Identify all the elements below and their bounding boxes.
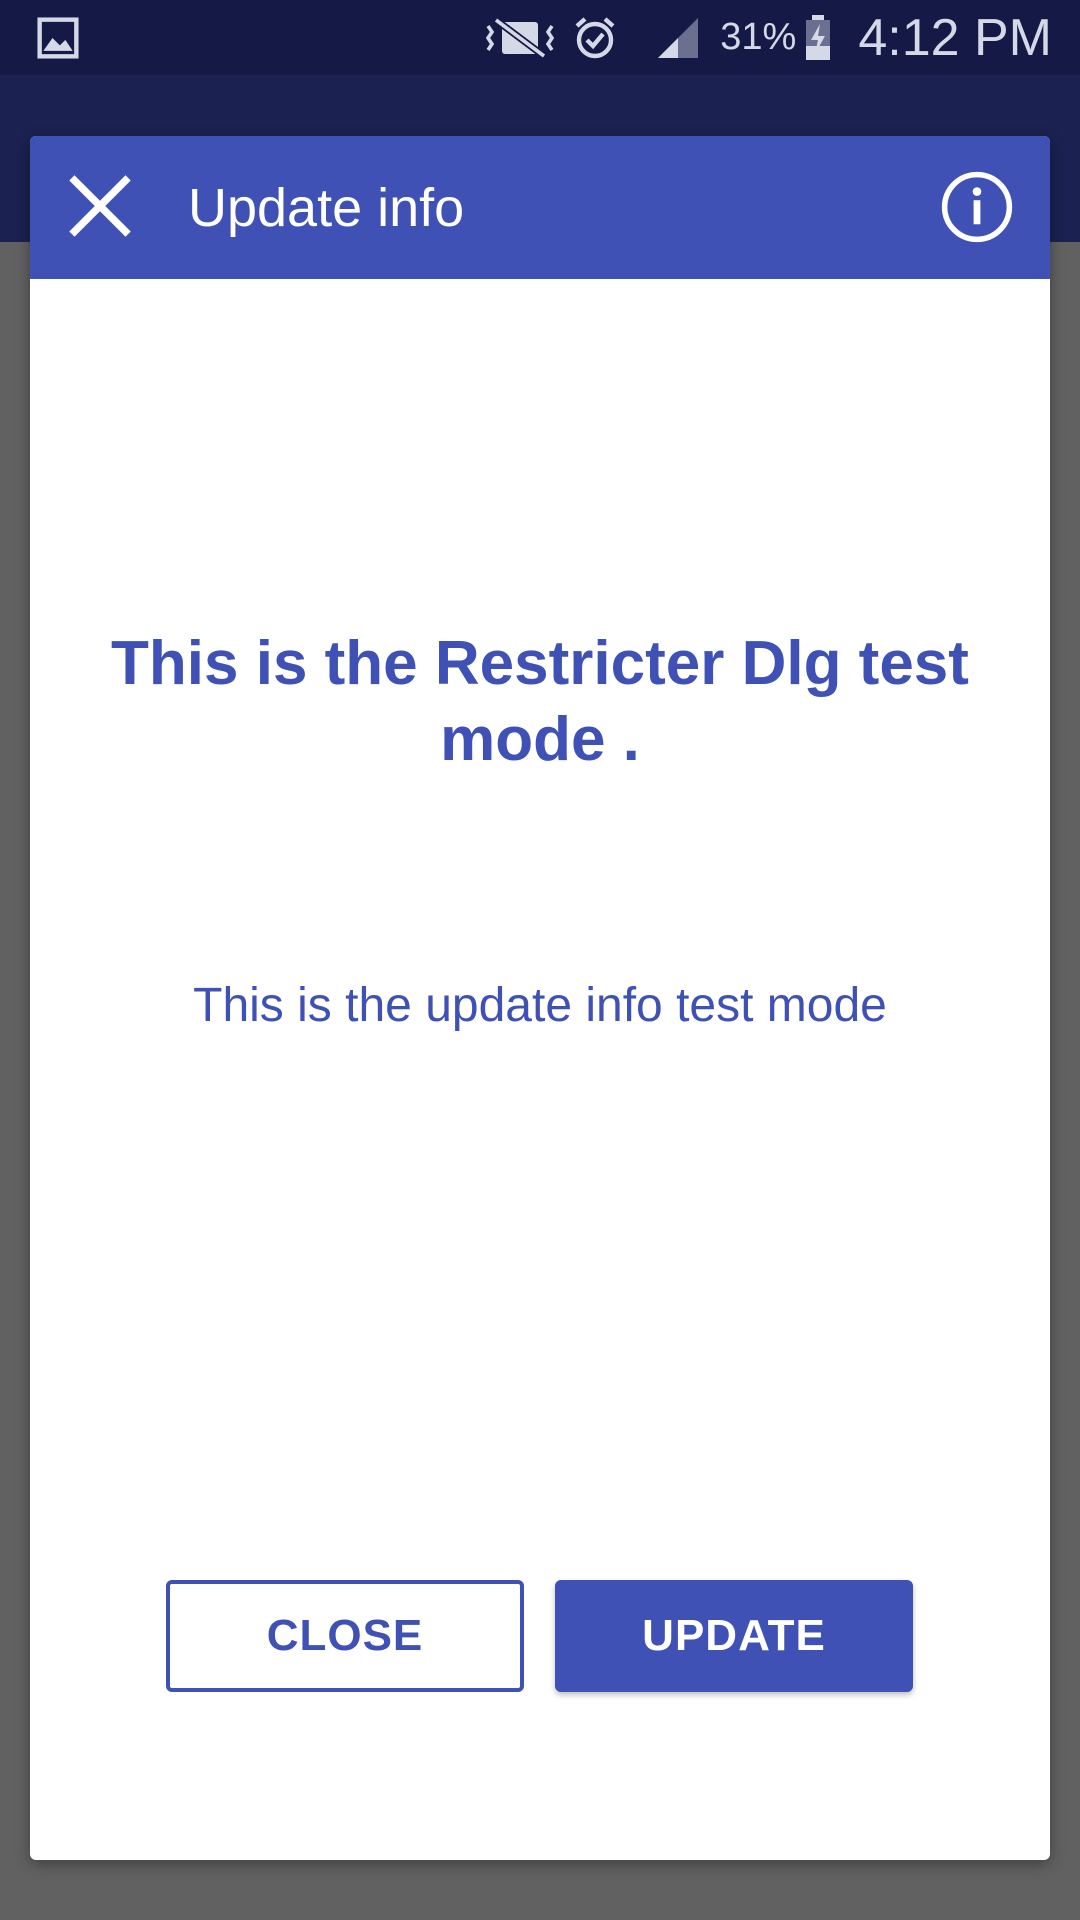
dialog-headline: This is the Restricter Dlg test mode . — [111, 629, 969, 774]
update-button[interactable]: UPDATE — [555, 1580, 913, 1692]
vibrate-icon — [486, 16, 555, 59]
status-bar: 31% 4:12 PM — [0, 0, 1080, 75]
update-info-dialog: Update info This is the Restricter Dlg t… — [30, 136, 1050, 1860]
status-icons: 31% 4:12 PM — [484, 0, 1052, 75]
close-button[interactable]: CLOSE — [166, 1580, 524, 1692]
battery-percent: 31% — [720, 16, 797, 58]
alarm-icon — [575, 16, 615, 58]
dialog-message: This is the update info test mode — [193, 979, 887, 1032]
info-icon[interactable] — [940, 170, 1014, 244]
dialog-header: Update info — [30, 136, 1050, 279]
gallery-icon — [37, 17, 79, 59]
battery-charging-icon — [806, 14, 831, 60]
dialog-title: Update info — [188, 178, 465, 238]
clock: 4:12 PM — [858, 8, 1052, 67]
close-icon[interactable] — [66, 172, 134, 240]
signal-icon — [658, 17, 699, 58]
